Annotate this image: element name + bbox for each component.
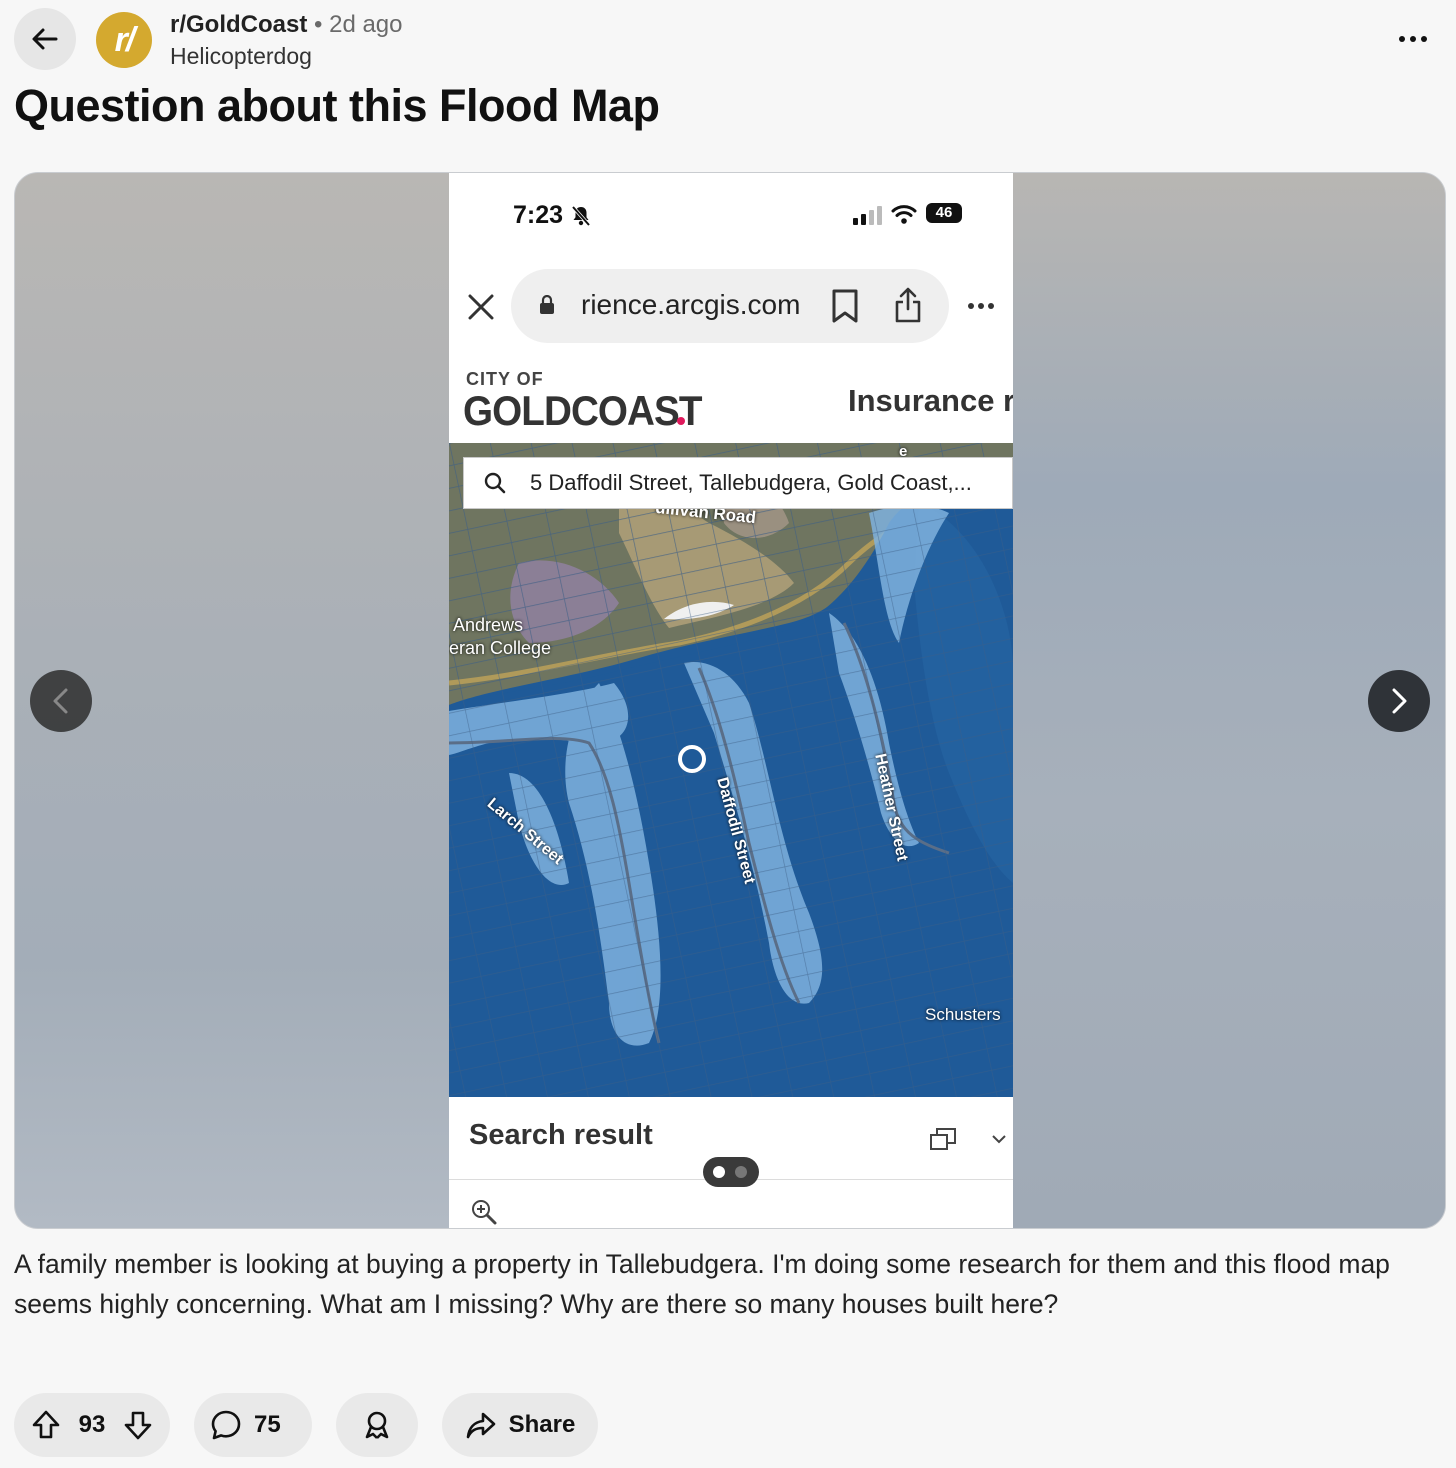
- wifi-icon: [891, 205, 917, 224]
- flood-map[interactable]: ullivan Road e Andrews eran College Larc…: [449, 443, 1013, 1097]
- share-icon: [466, 1412, 495, 1439]
- chevron-right-icon: [1392, 688, 1407, 714]
- lock-icon: [540, 295, 554, 314]
- url-bar[interactable]: rience.arcgis.com: [511, 269, 949, 343]
- comments-button[interactable]: 75: [194, 1393, 312, 1457]
- page-header-title: Insurance r: [848, 383, 1013, 418]
- more-options-button[interactable]: [1396, 22, 1430, 56]
- map-label-schusters: Schusters: [925, 1005, 1001, 1024]
- brand-dot: [677, 417, 685, 425]
- bookmark-icon[interactable]: [831, 289, 859, 323]
- post-body: A family member is looking at buying a p…: [14, 1249, 1390, 1319]
- award-button[interactable]: [336, 1393, 418, 1457]
- share-button[interactable]: Share: [442, 1393, 598, 1457]
- post-age: 2d ago: [329, 11, 403, 38]
- arrow-left-icon: [32, 28, 58, 50]
- upvote-icon[interactable]: [30, 1409, 62, 1441]
- comment-count: 75: [254, 1411, 281, 1438]
- search-text: 5 Daffodil Street, Tallebudgera, Gold Co…: [530, 470, 972, 495]
- status-time: 7:23: [513, 201, 564, 229]
- bell-muted-icon: [571, 205, 591, 227]
- comment-icon: [211, 1410, 241, 1440]
- chevron-left-icon: [53, 688, 68, 714]
- meta-separator: •: [314, 11, 323, 38]
- vote-control: 93: [14, 1393, 170, 1457]
- map-label-college-1: Andrews: [453, 615, 524, 635]
- ellipsis-icon: [1399, 36, 1427, 42]
- author-name[interactable]: Helicopterdog: [170, 41, 403, 71]
- flood-map-graphic: [449, 443, 1013, 1097]
- gallery-prev-button[interactable]: [30, 670, 92, 732]
- signal-icon: [853, 206, 882, 225]
- search-result-title: Search result: [469, 1119, 653, 1151]
- downvote-icon[interactable]: [122, 1409, 154, 1441]
- share-sheet-icon[interactable]: [895, 287, 921, 323]
- subreddit-avatar[interactable]: r/: [96, 12, 152, 68]
- chevron-down-icon[interactable]: [991, 1133, 1007, 1145]
- post-title: Question about this Flood Map: [14, 80, 660, 131]
- image-gallery[interactable]: 7:23 46 rience.arcgis.com CITY OF GOLDCO…: [14, 172, 1446, 1229]
- location-marker: [678, 745, 706, 773]
- windows-icon[interactable]: [929, 1125, 957, 1153]
- address-search-box[interactable]: 5 Daffodil Street, Tallebudgera, Gold Co…: [463, 457, 1013, 509]
- post-meta: r/GoldCoast • 2d ago Helicopterdog: [170, 10, 403, 71]
- search-icon: [484, 472, 506, 494]
- award-icon: [365, 1411, 389, 1439]
- zoom-to-icon[interactable]: [471, 1199, 497, 1225]
- screenshot-image: 7:23 46 rience.arcgis.com CITY OF GOLDCO…: [449, 173, 1013, 1228]
- gallery-next-button[interactable]: [1368, 670, 1430, 732]
- browser-menu-icon[interactable]: [967, 302, 995, 310]
- share-label: Share: [508, 1411, 576, 1438]
- page-indicator-toggle: [703, 1157, 759, 1187]
- subreddit-name[interactable]: r/GoldCoast: [170, 11, 307, 38]
- battery-icon: 46: [926, 203, 962, 223]
- map-label-college-2: eran College: [449, 638, 552, 658]
- brand-logo-text: GOLDCOAST: [463, 387, 703, 434]
- action-bar: 93 75 Share: [14, 1393, 598, 1457]
- search-result-panel: Search result: [449, 1097, 1013, 1228]
- phone-status-bar: 7:23 46: [449, 173, 1013, 257]
- back-button[interactable]: [14, 8, 76, 70]
- vote-count: 93: [78, 1411, 106, 1438]
- close-icon[interactable]: [468, 294, 494, 320]
- url-text: rience.arcgis.com: [581, 289, 801, 320]
